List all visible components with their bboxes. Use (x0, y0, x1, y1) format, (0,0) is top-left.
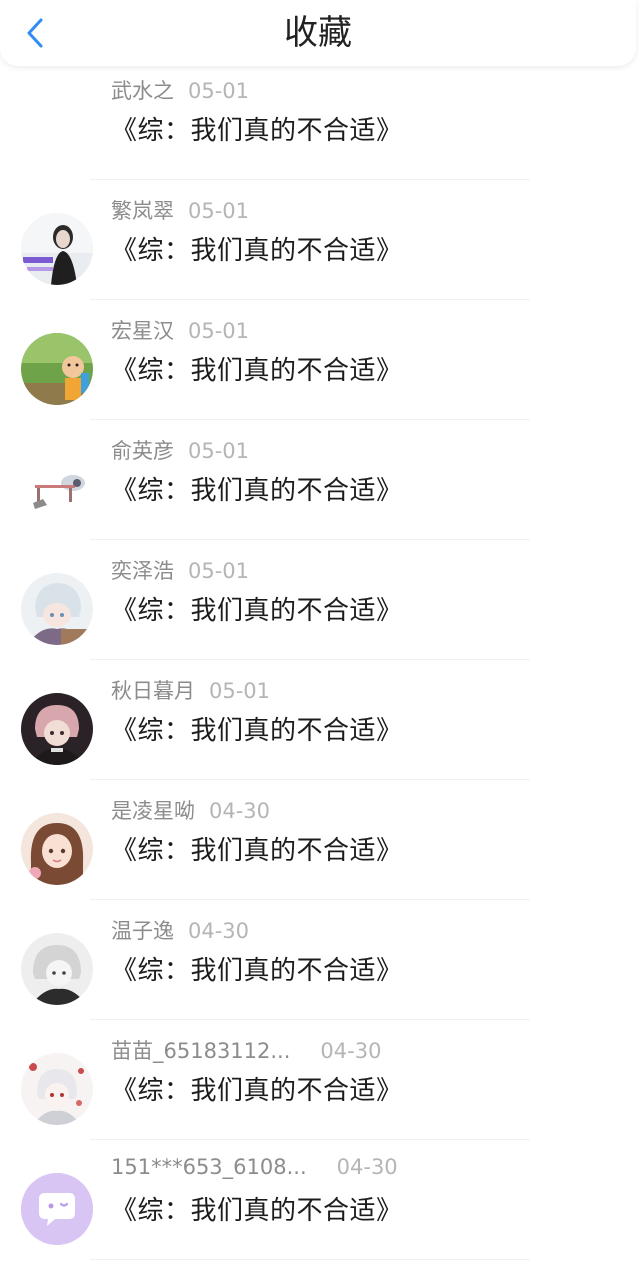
chat-bubble-icon (21, 1173, 93, 1245)
avatar[interactable] (21, 1053, 93, 1125)
list-item[interactable]: 俞英彦 05-01 《综：我们真的不合适》 (0, 420, 640, 540)
user-name: 秋日暮月 (111, 679, 195, 703)
item-date: 05-01 (209, 679, 271, 703)
book-title[interactable]: 《综：我们真的不合适》 (111, 470, 403, 507)
avatar[interactable] (21, 813, 93, 885)
item-meta: 奕泽浩 05-01 (111, 555, 249, 585)
book-title[interactable]: 《综：我们真的不合适》 (111, 590, 403, 627)
book-title[interactable]: 《综：我们真的不合适》 (111, 110, 403, 147)
avatar[interactable] (21, 693, 93, 765)
avatar[interactable] (21, 213, 93, 285)
list-item[interactable]: 武水之 05-01 《综：我们真的不合适》 (0, 60, 640, 180)
item-date: 04-30 (209, 799, 271, 823)
list-item[interactable]: 宏星汉 05-01 《综：我们真的不合适》 (0, 300, 640, 420)
book-title[interactable]: 《综：我们真的不合适》 (111, 1070, 403, 1107)
list-item[interactable]: 温子逸 04-30 《综：我们真的不合适》 (0, 900, 640, 1020)
item-date: 04-30 (336, 1155, 398, 1179)
book-title[interactable]: 《综：我们真的不合适》 (111, 350, 403, 387)
book-title[interactable]: 《综：我们真的不合适》 (111, 1190, 403, 1227)
item-meta: 温子逸 04-30 (111, 915, 249, 945)
item-meta: 151***653_6108... 04-30 (111, 1155, 398, 1179)
avatar[interactable] (21, 453, 93, 525)
user-name: 苗苗_65183112... (111, 1039, 291, 1063)
list-item[interactable]: 是凌星呦 04-30 《综：我们真的不合适》 (0, 780, 640, 900)
book-title[interactable]: 《综：我们真的不合适》 (111, 830, 403, 867)
item-date: 05-01 (188, 199, 250, 223)
divider (90, 1259, 530, 1260)
item-date: 04-30 (188, 919, 250, 943)
user-name: 宏星汉 (111, 319, 174, 343)
item-date: 05-01 (188, 319, 250, 343)
list-item[interactable]: 苗苗_65183112... 04-30 《综：我们真的不合适》 (0, 1020, 640, 1140)
avatar[interactable] (21, 333, 93, 405)
book-title[interactable]: 《综：我们真的不合适》 (111, 230, 403, 267)
book-title[interactable]: 《综：我们真的不合适》 (111, 710, 403, 747)
user-name: 温子逸 (111, 919, 174, 943)
user-name: 奕泽浩 (111, 559, 174, 583)
item-meta: 秋日暮月 05-01 (111, 675, 270, 705)
list-item[interactable]: 奕泽浩 05-01 《综：我们真的不合适》 (0, 540, 640, 660)
item-date: 05-01 (188, 439, 250, 463)
user-name: 俞英彦 (111, 439, 174, 463)
user-name: 是凌星呦 (111, 799, 195, 823)
list-item[interactable]: 151***653_6108... 04-30 《综：我们真的不合适》 (0, 1140, 640, 1260)
item-date: 05-01 (188, 559, 250, 583)
user-name: 151***653_6108... (111, 1155, 307, 1179)
list-item[interactable]: 秋日暮月 05-01 《综：我们真的不合适》 (0, 660, 640, 780)
item-meta: 是凌星呦 04-30 (111, 795, 270, 825)
item-date: 05-01 (188, 79, 250, 103)
avatar[interactable] (21, 1173, 93, 1245)
list-item[interactable]: 繁岚翠 05-01 《综：我们真的不合适》 (0, 180, 640, 300)
user-name: 繁岚翠 (111, 199, 174, 223)
item-meta: 苗苗_65183112... 04-30 (111, 1035, 381, 1065)
item-date: 04-30 (320, 1039, 382, 1063)
item-meta: 武水之 05-01 (111, 75, 249, 105)
top-bar: 收藏 (0, 0, 636, 66)
page-title: 收藏 (284, 13, 352, 53)
avatar[interactable] (21, 933, 93, 1005)
user-name: 武水之 (111, 79, 174, 103)
book-title[interactable]: 《综：我们真的不合适》 (111, 950, 403, 987)
item-meta: 俞英彦 05-01 (111, 435, 249, 465)
item-meta: 宏星汉 05-01 (111, 315, 249, 345)
item-meta: 繁岚翠 05-01 (111, 195, 249, 225)
avatar[interactable] (21, 573, 93, 645)
